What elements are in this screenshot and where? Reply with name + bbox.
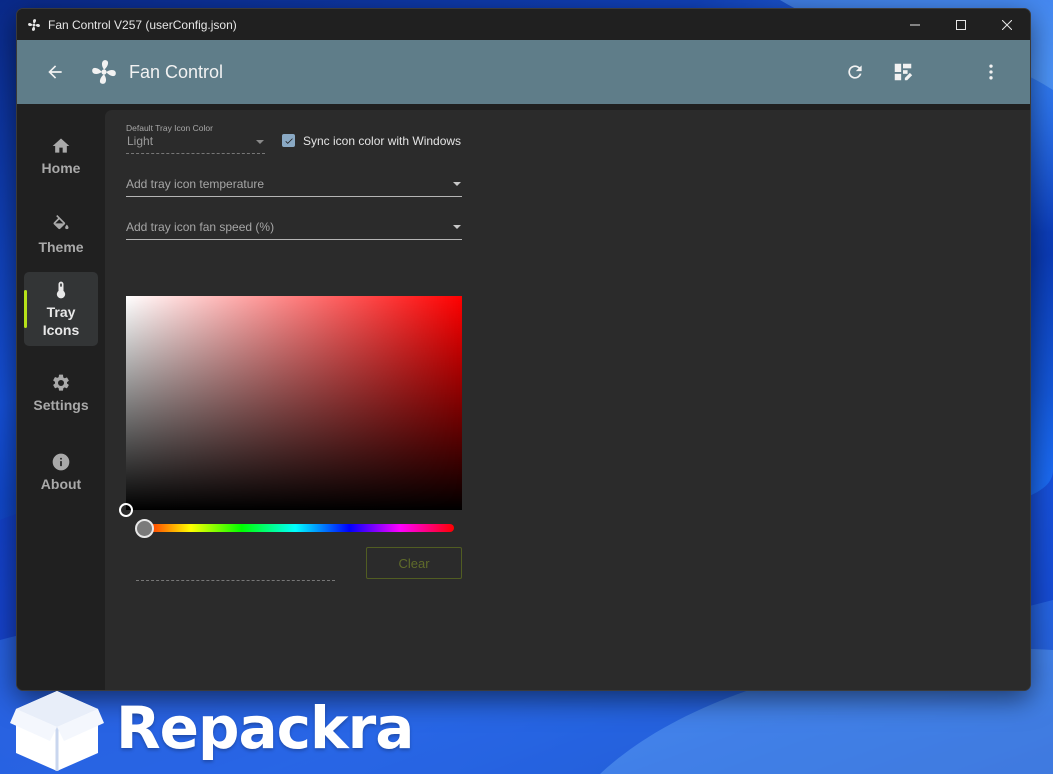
minimize-button[interactable] — [892, 9, 938, 40]
tray-fan-speed-select[interactable]: Add tray icon fan speed (%) — [126, 220, 274, 234]
maximize-button[interactable] — [938, 9, 984, 40]
sidebar-item-about[interactable]: About — [24, 435, 98, 509]
sync-icon-color-label[interactable]: Sync icon color with Windows — [303, 134, 461, 148]
main-content: Default Tray Icon Color Light Sync icon … — [105, 110, 1030, 690]
back-button[interactable] — [43, 60, 67, 84]
select-underline — [126, 239, 462, 240]
sync-icon-color-checkbox[interactable] — [282, 134, 295, 147]
title-bar[interactable]: Fan Control V257 (userConfig.json) — [17, 9, 1030, 40]
info-icon — [50, 451, 72, 473]
hue-slider[interactable] — [137, 524, 454, 532]
default-tray-color-label: Default Tray Icon Color — [126, 123, 213, 133]
select-underline — [126, 153, 265, 154]
box-logo-icon — [10, 691, 104, 771]
tray-icons-panel: Default Tray Icon Color Light Sync icon … — [105, 110, 1030, 690]
minimize-icon — [910, 24, 920, 25]
color-saturation-value-picker[interactable] — [126, 296, 462, 510]
window-title: Fan Control V257 (userConfig.json) — [48, 17, 237, 32]
chevron-down-icon — [453, 225, 461, 229]
app-title: Fan Control — [129, 61, 224, 82]
color-value-underline — [136, 580, 335, 581]
sidebar-item-label: Home — [41, 160, 81, 176]
sidebar-item-settings[interactable]: Settings — [24, 356, 98, 430]
default-tray-color-select[interactable]: Light — [127, 134, 153, 148]
color-picker-handle[interactable] — [119, 503, 133, 517]
close-button[interactable] — [984, 9, 1030, 40]
dashboard-edit-icon — [894, 63, 913, 81]
app-window: Fan Control V257 (userConfig.json) Fan C… — [16, 8, 1031, 691]
fan-logo-icon — [89, 57, 119, 87]
watermark: Repackra — [10, 686, 414, 774]
sidebar-item-label: About — [40, 476, 82, 492]
close-icon — [1002, 19, 1012, 30]
maximize-icon — [956, 19, 966, 30]
watermark-text: Repackra — [116, 694, 414, 762]
hue-slider-thumb[interactable] — [135, 519, 154, 538]
arrow-left-icon — [48, 65, 62, 79]
sidebar: Home Theme Tray Icons Settings About — [17, 104, 105, 690]
dashboard-edit-button[interactable] — [891, 60, 915, 84]
gear-icon — [50, 372, 72, 394]
clear-button[interactable]: Clear — [366, 547, 462, 579]
tray-temperature-select[interactable]: Add tray icon temperature — [126, 177, 264, 191]
more-options-button[interactable] — [979, 60, 1003, 84]
home-icon — [50, 135, 72, 157]
sidebar-item-label: Theme — [38, 239, 84, 255]
sidebar-item-label-line1: Tray — [46, 304, 76, 320]
chevron-down-icon — [453, 182, 461, 186]
sidebar-item-label-line2: Icons — [42, 322, 80, 338]
chevron-down-icon — [256, 140, 264, 144]
app-bar: Fan Control — [17, 40, 1030, 104]
refresh-icon — [848, 65, 862, 79]
window-controls — [892, 9, 1030, 40]
thermometer-icon — [50, 279, 72, 301]
sidebar-item-home[interactable]: Home — [24, 119, 98, 193]
more-vert-icon — [989, 64, 993, 80]
refresh-button[interactable] — [843, 60, 867, 84]
paint-bucket-icon — [50, 214, 72, 236]
sidebar-item-tray-icons[interactable]: Tray Icons — [24, 272, 98, 346]
check-icon — [284, 137, 293, 144]
sidebar-item-label: Settings — [33, 397, 89, 413]
select-underline — [126, 196, 462, 197]
sidebar-item-theme[interactable]: Theme — [24, 198, 98, 272]
fan-icon — [26, 17, 42, 33]
